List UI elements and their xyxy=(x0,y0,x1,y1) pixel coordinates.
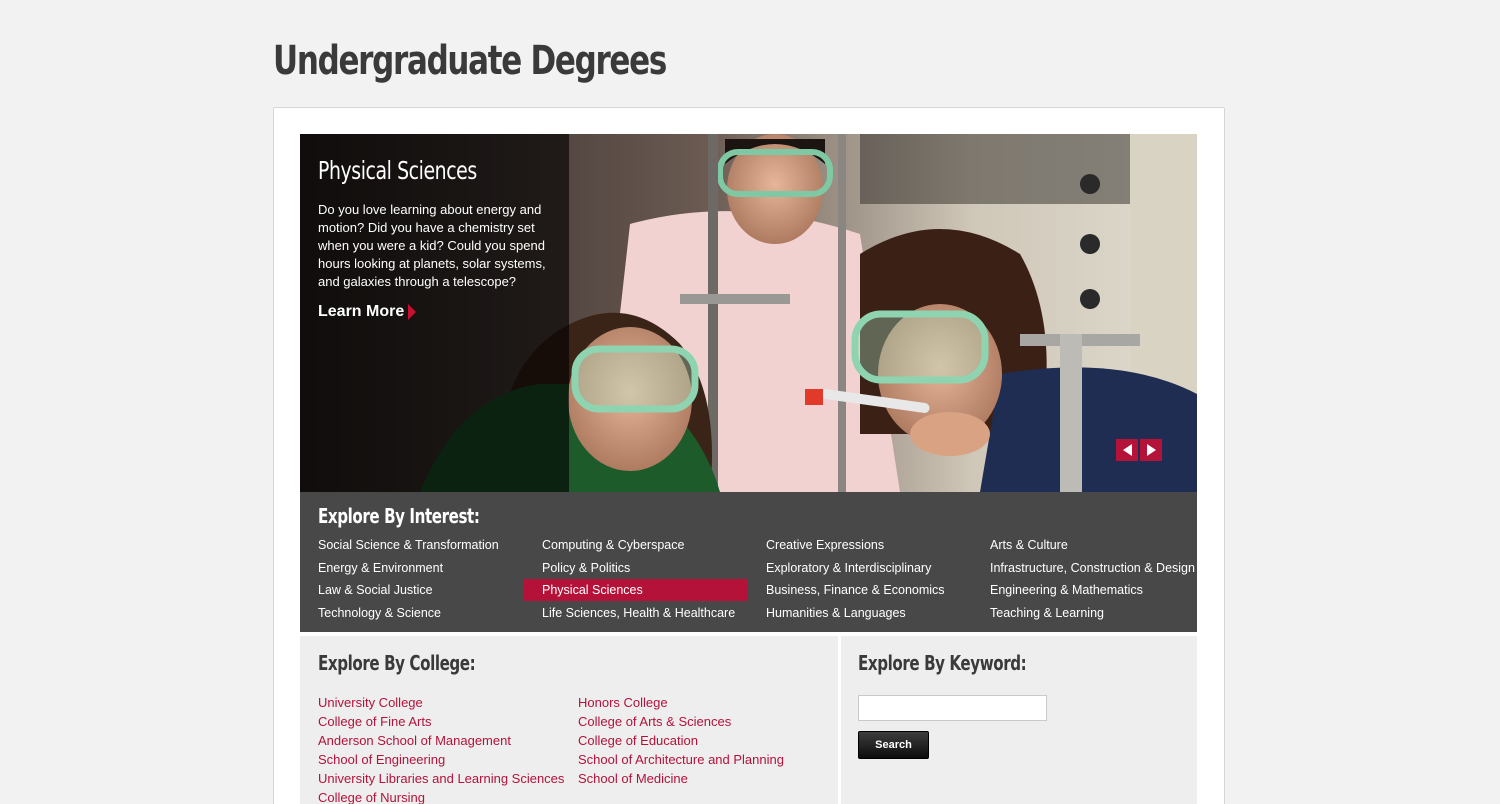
interest-heading: Explore By Interest: xyxy=(318,504,480,528)
page-title: Undergraduate Degrees xyxy=(273,38,667,84)
college-link[interactable]: School of Medicine xyxy=(578,771,688,786)
arrow-left-icon xyxy=(1122,444,1132,456)
interest-item[interactable]: Policy & Politics xyxy=(524,557,748,579)
interest-item[interactable]: Business, Finance & Economics xyxy=(748,579,972,601)
slide-next-button[interactable] xyxy=(1140,439,1162,461)
college-link[interactable]: Honors College xyxy=(578,695,668,710)
slide-prev-button[interactable] xyxy=(1116,439,1138,461)
college-link[interactable]: School of Engineering xyxy=(318,752,445,767)
learn-more-link[interactable]: Learn More xyxy=(318,303,417,321)
keyword-heading: Explore By Keyword: xyxy=(858,651,1027,675)
interest-item[interactable]: Exploratory & Interdisciplinary xyxy=(748,557,972,579)
interest-item[interactable]: Humanities & Languages xyxy=(748,602,972,624)
explore-by-college: Explore By College: University College C… xyxy=(300,636,838,804)
college-link[interactable]: College of Fine Arts xyxy=(318,714,431,729)
interest-item[interactable]: Law & Social Justice xyxy=(300,579,524,601)
college-link[interactable]: College of Education xyxy=(578,733,698,748)
college-heading: Explore By College: xyxy=(318,651,476,675)
interest-item[interactable]: Teaching & Learning xyxy=(972,602,1196,624)
college-link[interactable]: College of Arts & Sciences xyxy=(578,714,731,729)
learn-more-label: Learn More xyxy=(318,303,405,320)
interest-item[interactable]: Energy & Environment xyxy=(300,557,524,579)
hero-slideshow: Physical Sciences Do you love learning a… xyxy=(300,134,1197,492)
interest-item[interactable]: Technology & Science xyxy=(300,602,524,624)
search-button[interactable]: Search xyxy=(858,731,929,759)
interest-item[interactable]: Infrastructure, Construction & Design xyxy=(972,557,1196,579)
interest-item-selected[interactable]: Physical Sciences xyxy=(524,579,748,601)
hero-description: Do you love learning about energy and mo… xyxy=(318,202,546,289)
explore-by-interest: Explore By Interest: Social Science & Tr… xyxy=(300,492,1197,632)
interest-item[interactable]: Life Sciences, Health & Healthcare xyxy=(524,602,748,624)
interest-item[interactable]: Arts & Culture xyxy=(972,534,1196,556)
interest-item[interactable]: Computing & Cyberspace xyxy=(524,534,748,556)
college-link[interactable]: College of Nursing xyxy=(318,790,425,804)
interest-item[interactable]: Social Science & Transformation xyxy=(300,534,524,556)
interest-item[interactable]: Creative Expressions xyxy=(748,534,972,556)
college-link[interactable]: University Libraries and Learning Scienc… xyxy=(318,771,564,786)
college-link[interactable]: Anderson School of Management xyxy=(318,733,511,748)
college-link[interactable]: University College xyxy=(318,695,423,710)
caret-right-icon xyxy=(408,304,417,320)
keyword-search-input[interactable] xyxy=(858,695,1047,721)
college-link[interactable]: School of Architecture and Planning xyxy=(578,752,784,767)
hero-title: Physical Sciences xyxy=(318,156,477,185)
arrow-right-icon xyxy=(1146,444,1156,456)
explore-by-keyword: Explore By Keyword: Search xyxy=(841,636,1197,804)
interest-item[interactable]: Engineering & Mathematics xyxy=(972,579,1196,601)
